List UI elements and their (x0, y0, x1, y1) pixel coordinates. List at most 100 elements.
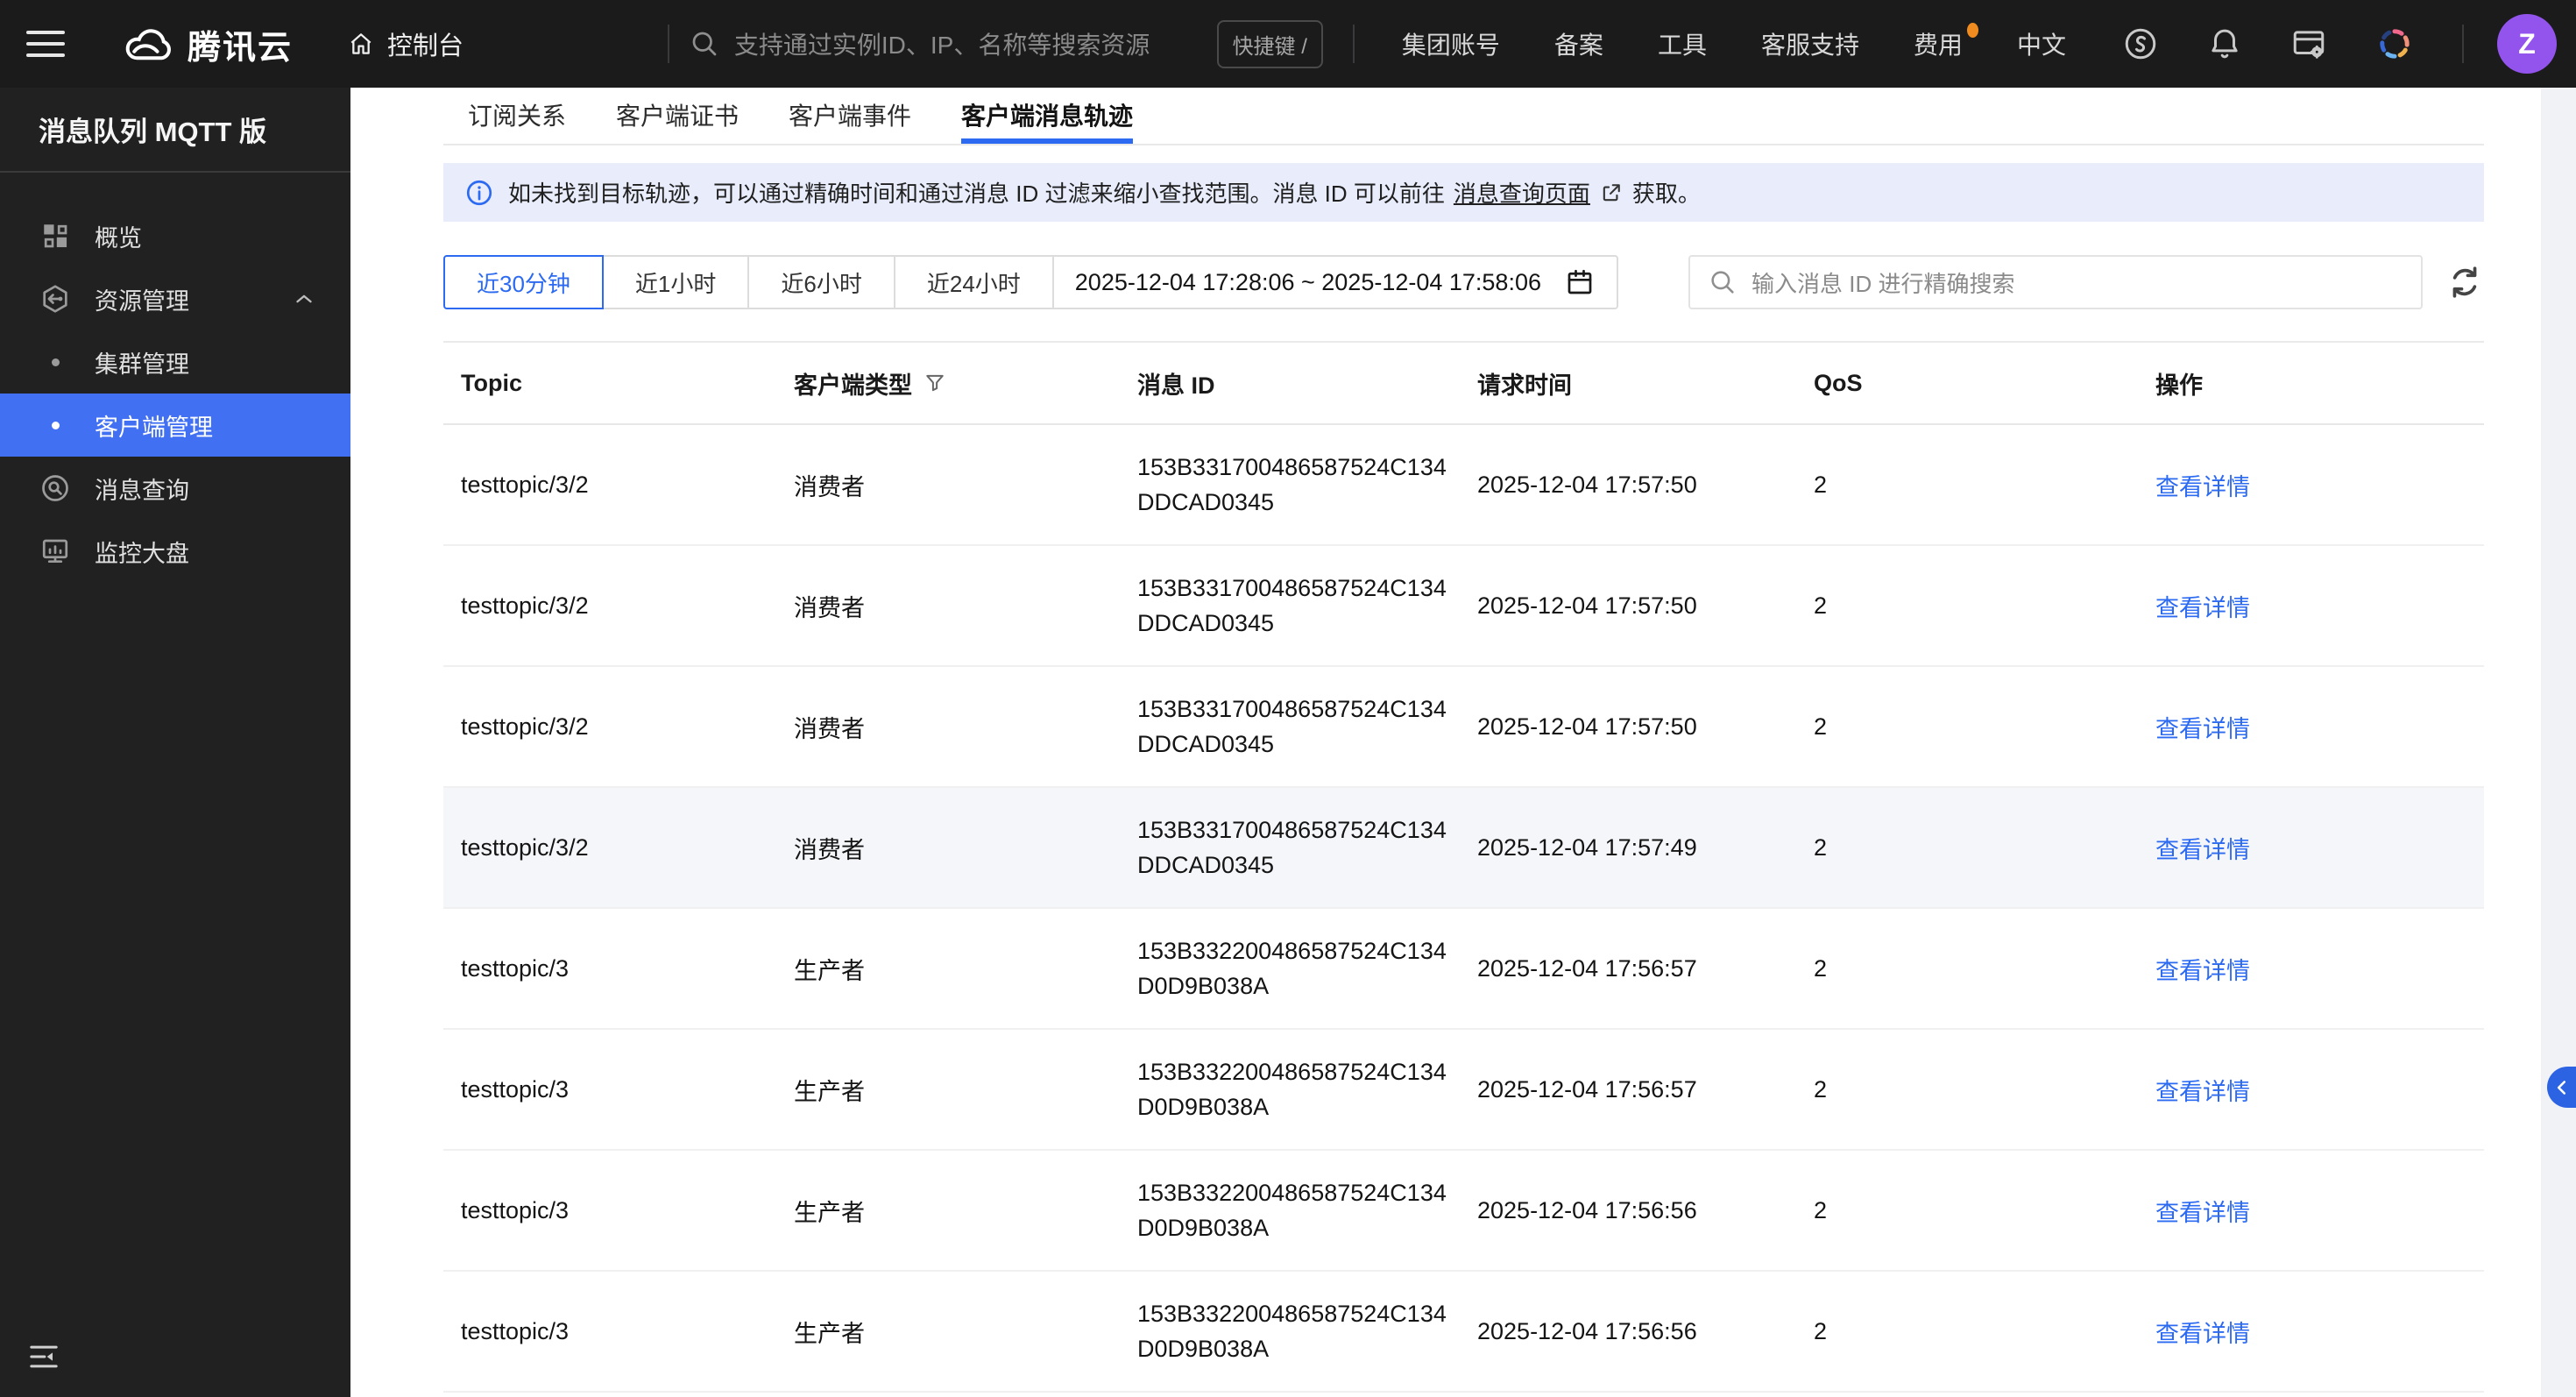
brand-text: 腾讯云 (188, 29, 294, 67)
cell-request-time: 2025-12-04 17:56:57 (1477, 1075, 1697, 1103)
cell-topic: testtopic/3 (461, 954, 570, 982)
hamburger-menu-icon[interactable] (26, 31, 65, 57)
support-icon[interactable] (2122, 25, 2159, 62)
time-range-button-近30分钟[interactable]: 近30分钟 (443, 255, 604, 309)
chevron-up-icon[interactable] (291, 286, 317, 312)
cell-client-type: 消费者 (794, 715, 865, 742)
tab-客户端证书[interactable]: 客户端证书 (616, 88, 739, 144)
view-details-link[interactable]: 查看详情 (2155, 837, 2250, 863)
cell-request-time: 2025-12-04 17:57:50 (1477, 713, 1697, 740)
topbar-icons (2122, 24, 2464, 64)
divider (667, 25, 669, 63)
global-search[interactable]: 支持通过实例ID、IP、名称等搜索资源 快捷键 / (667, 0, 1355, 88)
monitor-icon (39, 535, 72, 568)
cell-actions: 查看详情 (2155, 710, 2484, 744)
time-range-button-近24小时[interactable]: 近24小时 (893, 255, 1054, 309)
column-header-消息 ID: 消息 ID (1137, 366, 1477, 401)
cell-message-id: 153B331700486587524C134 DDCAD0345 (1137, 817, 1447, 878)
ai-assistant-icon[interactable] (2374, 24, 2415, 64)
console-home-link[interactable]: 控制台 (347, 25, 464, 62)
column-header-请求时间: 请求时间 (1477, 366, 1814, 401)
bell-icon[interactable] (2206, 25, 2243, 62)
cell-client-type: 生产者 (794, 1078, 865, 1105)
view-details-link[interactable]: 查看详情 (2155, 1079, 2250, 1105)
resource-icon (39, 282, 72, 316)
tencent-cloud-logo[interactable]: 腾讯云 (119, 20, 293, 68)
view-details-link[interactable]: 查看详情 (2155, 1321, 2250, 1347)
cell-topic: testtopic/3/2 (461, 713, 589, 740)
date-range-picker[interactable]: 2025-12-04 17:28:06 ~ 2025-12-04 17:58:0… (1051, 255, 1618, 309)
cloud-logo-icon (119, 22, 173, 66)
topbar-menu-item[interactable]: 备案 (1554, 26, 1603, 61)
tab-订阅关系[interactable]: 订阅关系 (468, 88, 566, 144)
view-details-link[interactable]: 查看详情 (2155, 716, 2250, 742)
sidebar-item-客户端管理[interactable]: 客户端管理 (0, 394, 350, 457)
cell-message-id: 153B332200486587524C134 D0D9B038A (1137, 1180, 1447, 1241)
column-header-客户端类型: 客户端类型 (794, 366, 1137, 401)
console-settings-icon[interactable] (2290, 25, 2327, 62)
topbar-menu-item[interactable]: 中文 (2017, 26, 2066, 61)
search-icon (689, 28, 720, 60)
sidebar-item-监控大盘[interactable]: 监控大盘 (0, 520, 350, 583)
view-details-link[interactable]: 查看详情 (2155, 595, 2250, 621)
divider (2462, 25, 2464, 63)
message-id-search-input[interactable]: 输入消息 ID 进行精确搜索 (1688, 255, 2423, 309)
view-details-link[interactable]: 查看详情 (2155, 1200, 2250, 1226)
column-header-操作: 操作 (2155, 366, 2484, 401)
sidebar-item-消息查询[interactable]: 消息查询 (0, 457, 350, 520)
table-row: testtopic/3/2 消费者 153B331700486587524C134 D… (443, 546, 2484, 667)
filter-funnel-icon[interactable] (923, 371, 947, 395)
topbar-menu: 集团账号 备案 工具 客服支持 费用 中文 (1402, 23, 2066, 61)
banner-text-after: 获取。 (1631, 181, 1701, 207)
cell-client-type: 消费者 (794, 836, 865, 863)
sidebar: 消息队列 MQTT 版 概览 资源管理 集群管理 客户端管理 消息查询 监控大盘 (0, 88, 350, 1397)
topbar-menu-item[interactable]: 集团账号 (1402, 26, 1500, 61)
topbar: 腾讯云 控制台 支持通过实例ID、IP、名称等搜索资源 快捷键 / 集团账号 备案… (0, 0, 2576, 88)
avatar[interactable]: Z (2497, 14, 2557, 74)
column-header-label: Topic (461, 369, 522, 396)
collapse-sidebar-icon[interactable] (25, 1339, 63, 1374)
info-banner: 如未找到目标轨迹，可以通过精确时间和通过消息 ID 过滤来缩小查找范围。消息 I… (443, 163, 2484, 222)
topbar-menu-item[interactable]: 费用 (1914, 23, 1978, 61)
cell-topic: testtopic/3 (461, 1075, 570, 1103)
home-icon (347, 30, 375, 58)
topbar-menu-item[interactable]: 工具 (1658, 26, 1707, 61)
sidebar-item-集群管理[interactable]: 集群管理 (0, 330, 350, 394)
calendar-icon (1564, 266, 1596, 298)
message-query-page-link[interactable]: 消息查询页面 (1454, 176, 1590, 209)
time-range-button-近6小时[interactable]: 近6小时 (747, 255, 895, 309)
table-row: testtopic/3/2 消费者 153B331700486587524C134 D… (443, 667, 2484, 788)
bullet-icon (39, 358, 72, 366)
refresh-icon[interactable] (2445, 263, 2484, 301)
view-details-link[interactable]: 查看详情 (2155, 958, 2250, 984)
grid-icon (39, 219, 72, 252)
cell-request-time: 2025-12-04 17:56:57 (1477, 954, 1697, 982)
cell-actions: 查看详情 (2155, 952, 2484, 986)
message-search-icon (39, 472, 72, 505)
topbar-menu-item[interactable]: 客服支持 (1761, 26, 1859, 61)
table-row: testtopic/3/2 消费者 153B331700486587524C134 D… (443, 788, 2484, 909)
time-range-button-近1小时[interactable]: 近1小时 (601, 255, 750, 309)
table-row: testtopic/3 生产者 153B332200486587524C134 D0D… (443, 909, 2484, 1030)
cell-qos: 2 (1814, 471, 1828, 498)
cell-actions: 查看详情 (2155, 831, 2484, 865)
tab-客户端消息轨迹[interactable]: 客户端消息轨迹 (961, 88, 1134, 144)
cell-message-id: 153B332200486587524C134 D0D9B038A (1137, 1301, 1447, 1362)
table-body: testtopic/3/2 消费者 153B331700486587524C134 D… (443, 425, 2484, 1393)
console-label: 控制台 (387, 32, 464, 60)
sidebar-item-label: 集群管理 (95, 351, 189, 378)
shortcut-badge: 快捷键 / (1216, 19, 1323, 68)
tab-bar: 订阅关系 客户端证书 客户端事件 客户端消息轨迹 (443, 88, 2484, 145)
sidebar-item-概览[interactable]: 概览 (0, 204, 350, 267)
sidebar-item-资源管理[interactable]: 资源管理 (0, 267, 350, 330)
cell-request-time: 2025-12-04 17:56:56 (1477, 1317, 1697, 1344)
cell-actions: 查看详情 (2155, 1194, 2484, 1228)
sidebar-item-label: 客户端管理 (95, 414, 213, 441)
divider (1352, 25, 1355, 63)
info-icon (464, 178, 494, 208)
message-trace-table: Topic 客户端类型 消息 ID 请求时间 QoS 操作 testtopic/3/2 消费… (443, 341, 2484, 1393)
table-row: testtopic/3 生产者 153B332200486587524C134 D0D… (443, 1151, 2484, 1272)
column-header-label: 请求时间 (1477, 372, 1572, 399)
view-details-link[interactable]: 查看详情 (2155, 474, 2250, 500)
tab-客户端事件[interactable]: 客户端事件 (789, 88, 911, 144)
